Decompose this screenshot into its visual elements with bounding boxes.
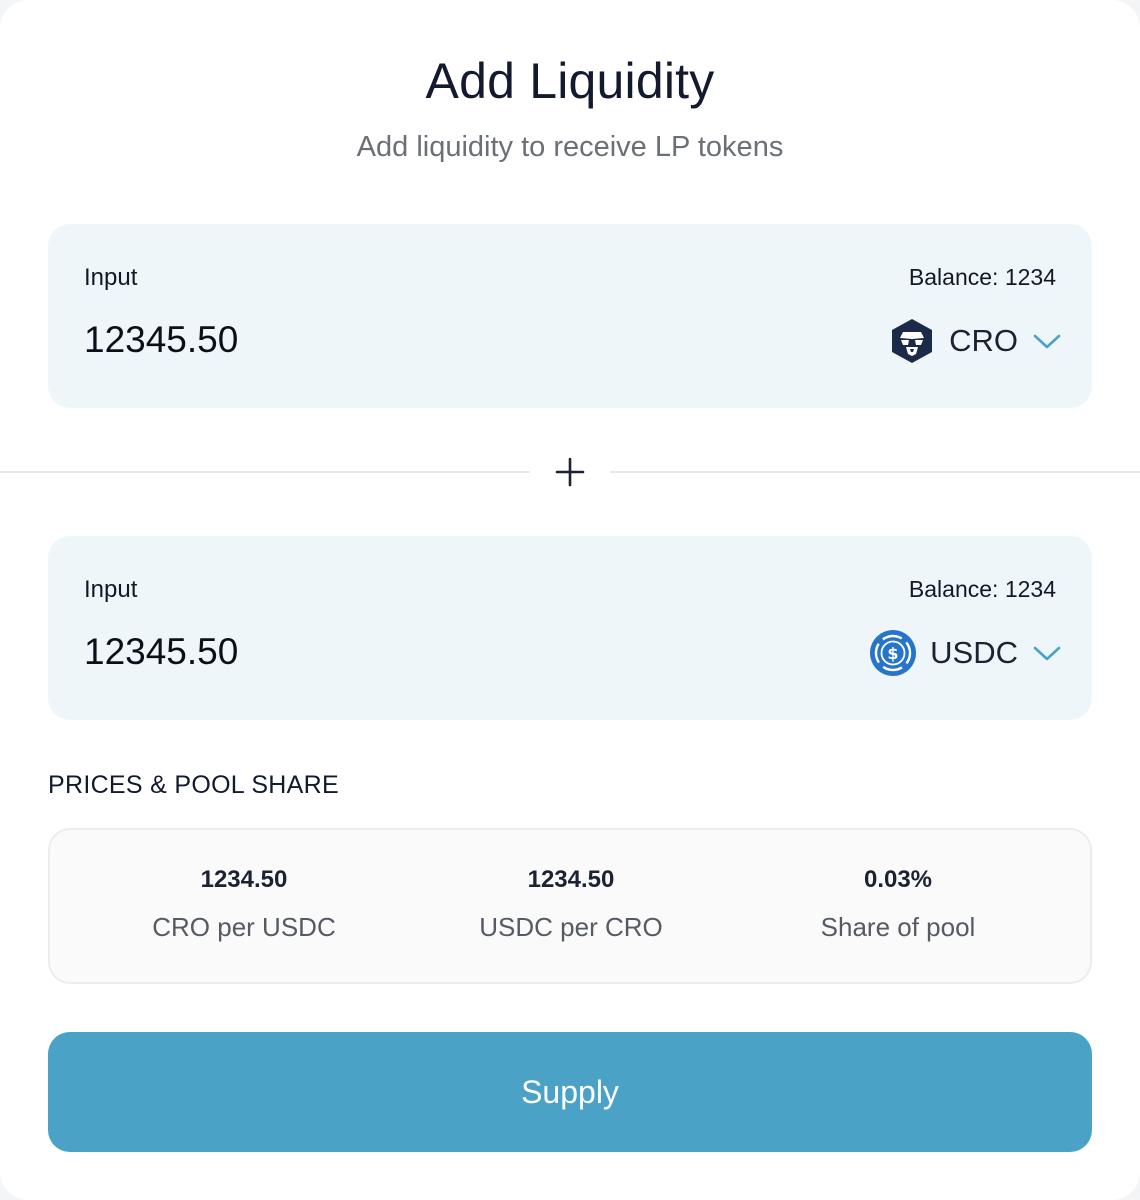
- price-usdc-per-cro: 1234.50 USDC per CRO: [401, 866, 741, 943]
- token-symbol: USDC: [930, 635, 1018, 670]
- price-caption: CRO per USDC: [152, 912, 336, 942]
- balance-label: Balance: 1234: [908, 576, 1056, 602]
- token-symbol: CRO: [949, 323, 1018, 358]
- token-input-panel-2: Input Balance: 1234 $ USDC: [48, 536, 1092, 720]
- price-caption: USDC per CRO: [479, 912, 663, 942]
- input-label: Input: [84, 264, 138, 291]
- usdc-icon: $: [870, 630, 917, 676]
- token-selector-usdc[interactable]: $ USDC: [870, 628, 1062, 678]
- chevron-down-icon: [1033, 334, 1061, 349]
- prices-panel: 1234.50 CRO per USDC 1234.50 USDC per CR…: [48, 828, 1092, 984]
- amount-input-1[interactable]: [84, 317, 484, 363]
- prices-section-label: PRICES & POOL SHARE: [48, 771, 339, 799]
- page-title: Add Liquidity: [425, 53, 715, 109]
- input-label: Input: [84, 576, 138, 603]
- divider-right: [610, 471, 1140, 473]
- plus-icon: [555, 457, 585, 487]
- amount-input-2[interactable]: [84, 629, 484, 675]
- price-value: 1234.50: [200, 866, 288, 893]
- chevron-down-icon: [1033, 646, 1061, 661]
- price-value: 0.03%: [863, 866, 933, 893]
- price-cro-per-usdc: 1234.50 CRO per USDC: [74, 866, 414, 943]
- page-subtitle: Add liquidity to receive LP tokens: [356, 131, 784, 163]
- add-liquidity-card: Add Liquidity Add liquidity to receive L…: [0, 0, 1140, 1200]
- svg-text:$: $: [888, 644, 899, 663]
- cro-icon: [892, 319, 933, 363]
- share-of-pool: 0.03% Share of pool: [728, 866, 1068, 943]
- balance-label: Balance: 1234: [908, 264, 1056, 290]
- supply-button[interactable]: Supply: [48, 1032, 1092, 1152]
- token-selector-cro[interactable]: CRO: [889, 316, 1062, 366]
- price-value: 1234.50: [527, 866, 615, 893]
- price-caption: Share of pool: [820, 912, 976, 942]
- token-input-panel-1: Input Balance: 1234 CRO: [48, 224, 1092, 408]
- divider-left: [0, 471, 530, 473]
